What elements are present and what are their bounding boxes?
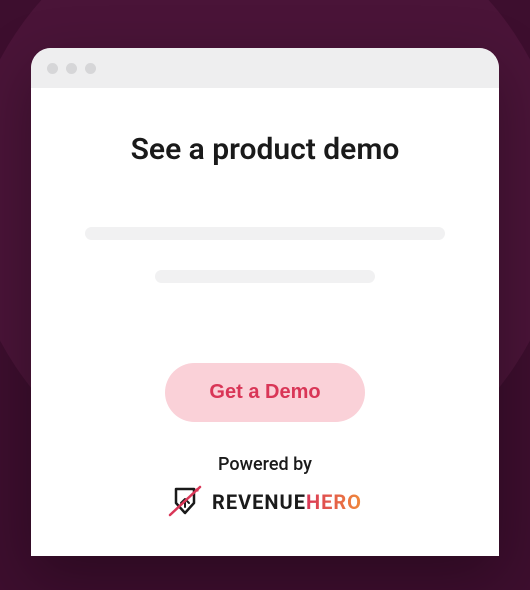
window-control-close-icon bbox=[47, 63, 58, 74]
shield-arrow-icon bbox=[168, 485, 202, 519]
brand-wordmark: REVENUE HERO bbox=[212, 490, 362, 514]
brand-name-part1: REVENUE bbox=[212, 490, 306, 514]
placeholder-line bbox=[85, 227, 445, 240]
powered-by-section: Powered by REVENUE HERO bbox=[71, 454, 459, 519]
window-titlebar bbox=[31, 48, 499, 88]
brand-logo: REVENUE HERO bbox=[71, 485, 459, 519]
placeholder-line bbox=[155, 270, 375, 283]
window-control-minimize-icon bbox=[66, 63, 77, 74]
page-title: See a product demo bbox=[71, 132, 459, 167]
window-control-maximize-icon bbox=[85, 63, 96, 74]
window-content: See a product demo Get a Demo Powered by… bbox=[31, 88, 499, 519]
powered-by-label: Powered by bbox=[71, 454, 459, 475]
get-demo-button[interactable]: Get a Demo bbox=[165, 363, 364, 422]
brand-name-part2: HERO bbox=[306, 490, 362, 514]
browser-window: See a product demo Get a Demo Powered by… bbox=[31, 48, 499, 556]
